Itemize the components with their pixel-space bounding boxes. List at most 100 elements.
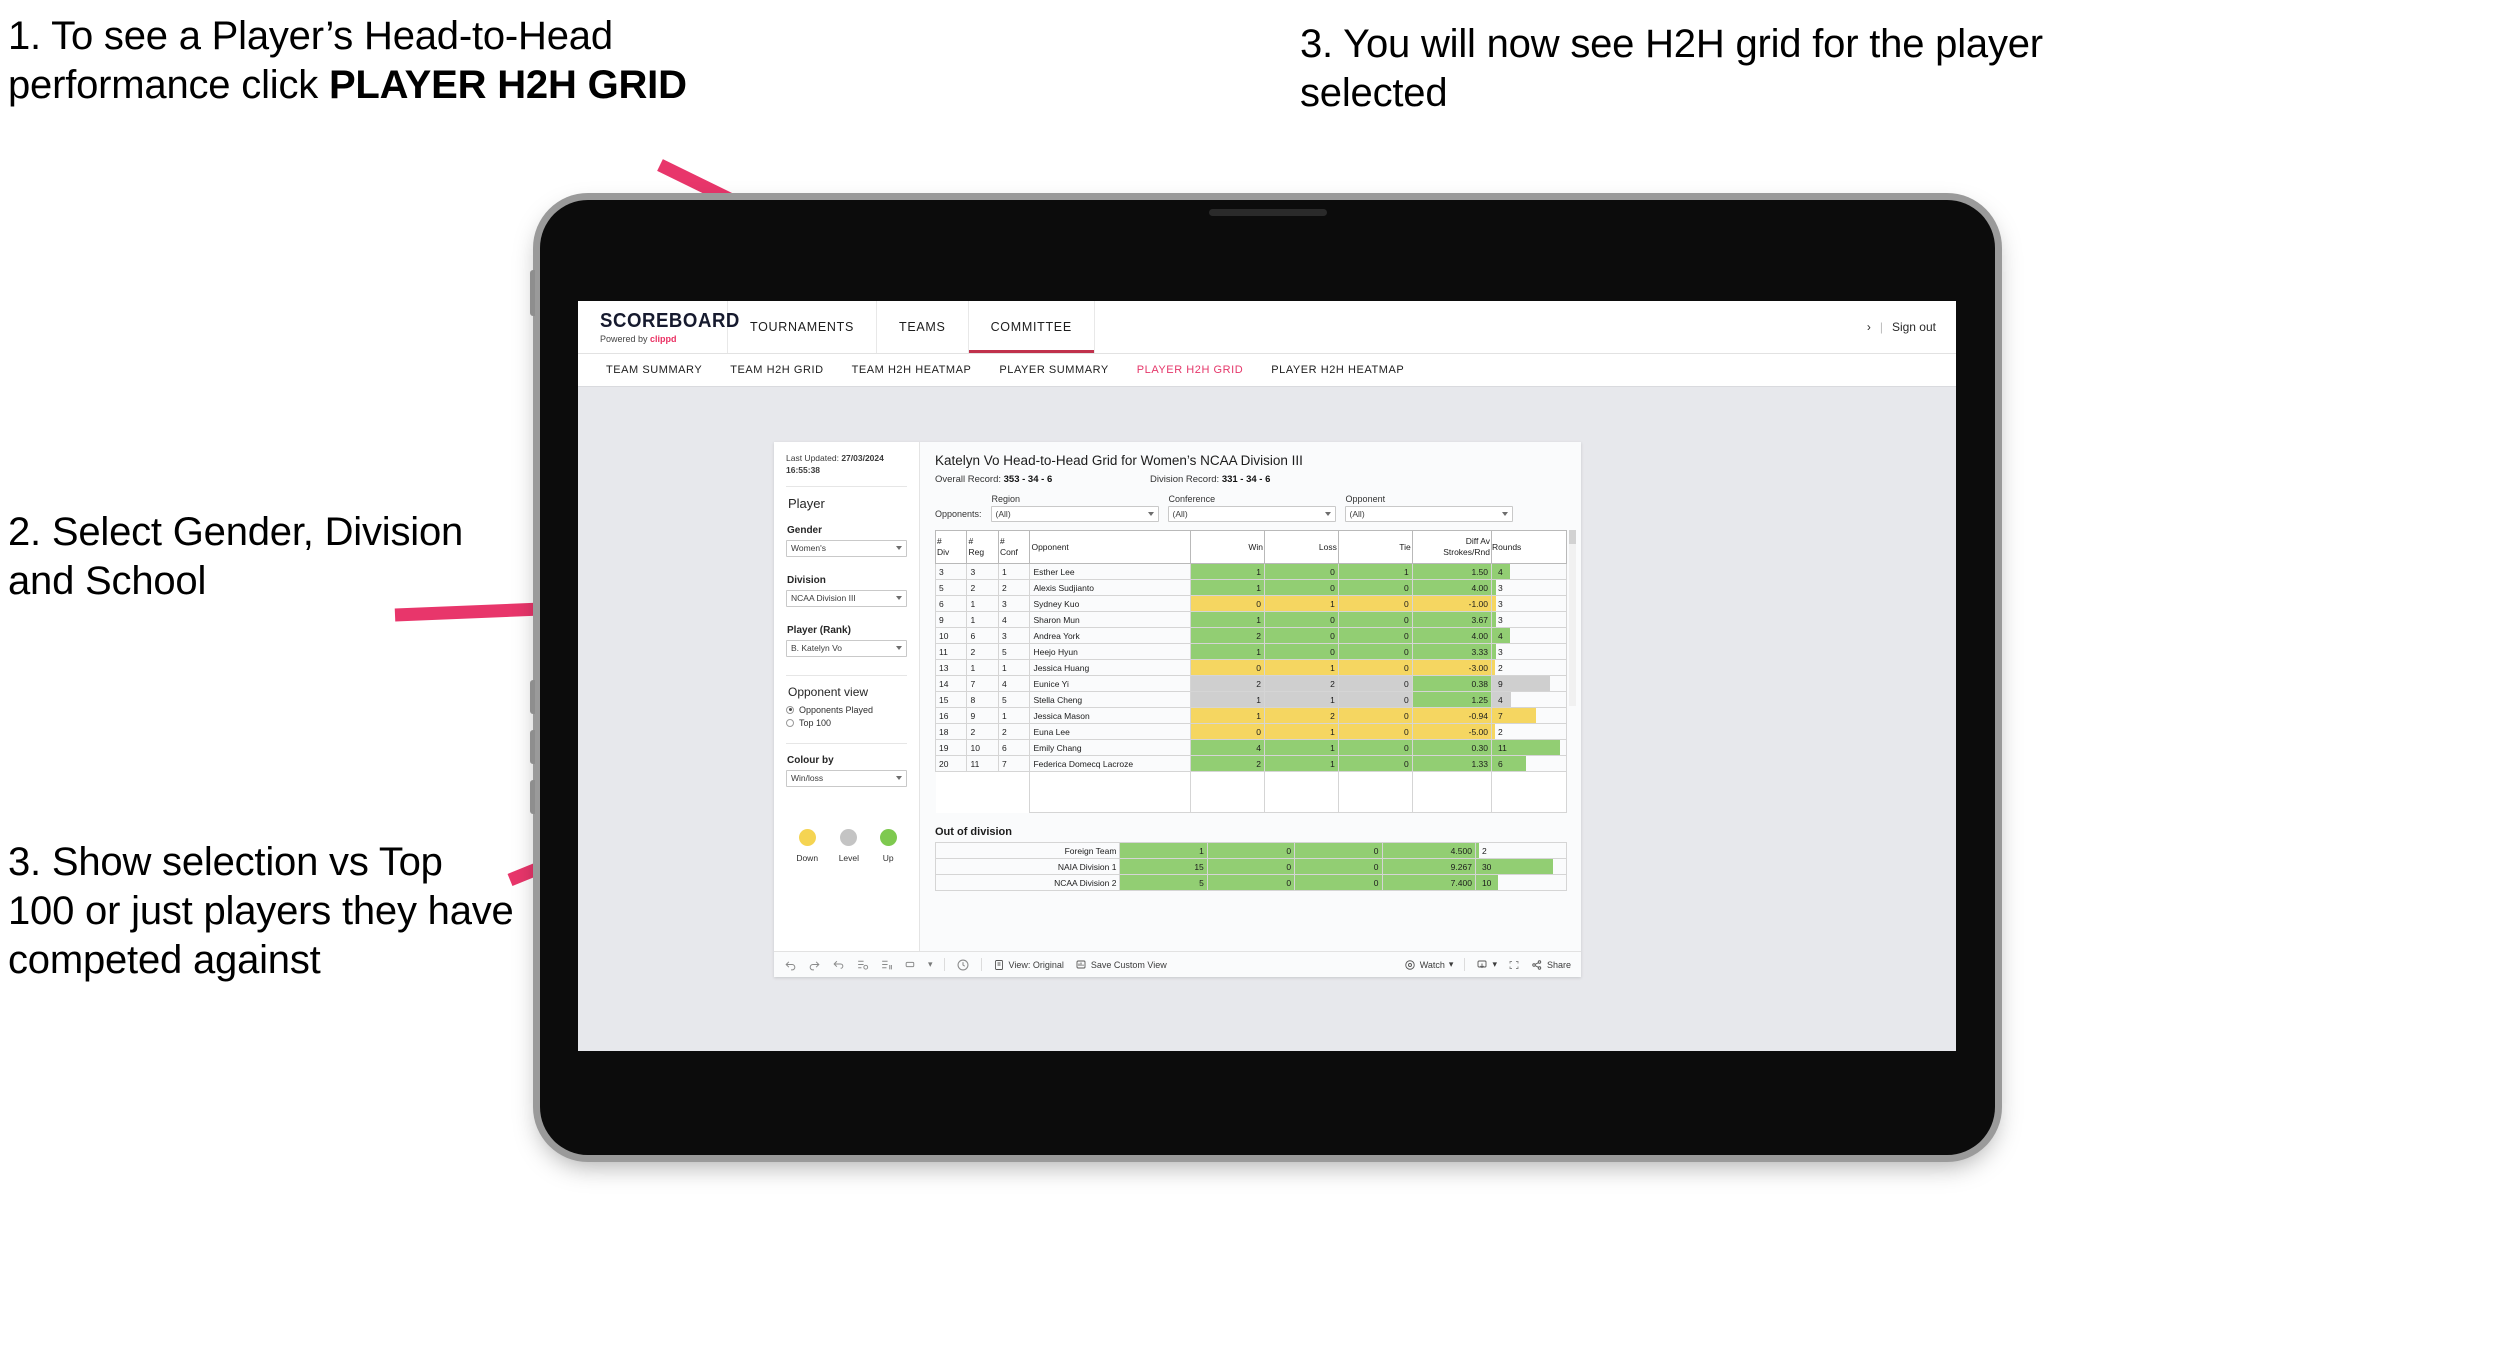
- share-button[interactable]: Share: [1531, 959, 1571, 971]
- column-header[interactable]: Loss: [1264, 530, 1339, 564]
- column-header[interactable]: Rounds: [1491, 530, 1567, 564]
- tab-team-h2h-heatmap[interactable]: TEAM H2H HEATMAP: [838, 364, 986, 376]
- shape-icon[interactable]: [904, 958, 917, 971]
- table-cell: 5: [934, 579, 968, 596]
- tab-player-h2h-heatmap[interactable]: PLAYER H2H HEATMAP: [1257, 364, 1418, 376]
- grid-vertical-scrollbar[interactable]: [1569, 530, 1576, 706]
- refresh-data-icon[interactable]: [856, 958, 869, 971]
- workbook-panel: Last Updated: 27/03/2024 16:55:38 Player…: [774, 442, 1581, 977]
- table-cell: 1: [1190, 579, 1266, 596]
- table-cell: 1: [966, 659, 999, 676]
- column-header[interactable]: # Div: [934, 530, 968, 564]
- column-header[interactable]: Diff Av Strokes/Rnd: [1411, 530, 1493, 564]
- table-row[interactable]: 20 11 7 Federica Domecq Lacroze 2 1 0 1.33 6: [934, 755, 1567, 772]
- table-cell: 0: [1337, 579, 1413, 596]
- table-cell: 1.25: [1411, 691, 1493, 708]
- rounds-bar-cell: 10: [1474, 874, 1568, 891]
- player-rank-label: Player (Rank): [787, 624, 851, 636]
- pause-auto-update-icon[interactable]: [880, 958, 893, 971]
- table-row[interactable]: 5 2 2 Alexis Sudjianto 1 0 0 4.00 3: [934, 579, 1567, 596]
- gender-select[interactable]: Women's: [786, 539, 907, 557]
- last-updated-time: 16:55:38: [786, 465, 821, 476]
- table-row[interactable]: 16 9 1 Jessica Mason 1 2 0 -0.94 7: [934, 707, 1567, 724]
- table-header-row: # Div # Reg # Conf Opponent Win Loss Tie Diff Av St…: [934, 530, 1567, 564]
- tab-player-h2h-grid[interactable]: PLAYER H2H GRID: [1123, 364, 1257, 376]
- table-cell: 4.00: [1411, 579, 1493, 596]
- record-summary: Overall Record: 353 - 34 - 6 Division Re…: [935, 474, 1567, 485]
- tab-team-h2h-grid[interactable]: TEAM H2H GRID: [716, 364, 837, 376]
- tab-team-summary[interactable]: TEAM SUMMARY: [592, 364, 716, 376]
- rounds-bar-cell: 11: [1491, 739, 1567, 756]
- overall-record-value: 353 - 34 - 6: [1003, 474, 1053, 485]
- legend-label-down: Down: [796, 852, 819, 863]
- table-row[interactable]: 9 1 4 Sharon Mun 1 0 0 3.67 3: [934, 611, 1567, 628]
- table-row[interactable]: 3 3 1 Esther Lee 1 0 1 1.50 4: [934, 563, 1567, 580]
- view-original-label: View: Original: [1008, 959, 1064, 970]
- table-row[interactable]: NCAA Division 2 5 0 0 7.400 10: [934, 874, 1568, 891]
- player-rank-select[interactable]: B. Katelyn Vo: [786, 639, 907, 657]
- table-row[interactable]: NAIA Division 1 15 0 0 9.267 30: [934, 858, 1568, 875]
- filter-region-select[interactable]: (All): [990, 506, 1159, 522]
- table-cell: [935, 771, 967, 813]
- tab-player-summary[interactable]: PLAYER SUMMARY: [985, 364, 1122, 376]
- table-row[interactable]: 6 1 3 Sydney Kuo 0 1 0 -1.00 3: [934, 595, 1567, 612]
- colour-by-select[interactable]: Win/loss: [786, 769, 907, 787]
- last-updated-value: 27/03/2024: [841, 453, 884, 463]
- division-select[interactable]: NCAA Division III: [786, 589, 907, 607]
- tablet-camera: [1208, 209, 1327, 216]
- table-row[interactable]: 11 2 5 Heejo Hyun 1 0 0 3.33 3: [934, 643, 1567, 660]
- download-button[interactable]: ▾: [1476, 959, 1497, 971]
- table-row[interactable]: 13 1 1 Jessica Huang 0 1 0 -3.00 2: [934, 659, 1567, 676]
- table-cell: 4.500: [1381, 842, 1476, 859]
- history-icon[interactable]: [956, 958, 970, 972]
- table-cell: 0: [1337, 611, 1413, 628]
- table-row[interactable]: 18 2 2 Euna Lee 0 1 0 -5.00 2: [934, 723, 1567, 740]
- callout-step-1-strong: PLAYER H2H GRID: [328, 62, 687, 107]
- radio-selected-icon: [786, 705, 794, 714]
- nav-committee[interactable]: COMMITTEE: [969, 301, 1095, 353]
- save-custom-view-button[interactable]: Save Custom View: [1075, 959, 1167, 971]
- column-header[interactable]: Tie: [1337, 530, 1413, 564]
- undo-icon[interactable]: [784, 958, 797, 971]
- table-row[interactable]: 15 8 5 Stella Cheng 1 1 0 1.25 4: [934, 691, 1567, 708]
- table-cell: 1: [1190, 611, 1266, 628]
- table-row[interactable]: 19 10 6 Emily Chang 4 1 0 0.30 11: [934, 739, 1567, 756]
- table-cell: Euna Lee: [1029, 723, 1192, 740]
- radio-opponents-played[interactable]: Opponents Played: [786, 705, 907, 715]
- column-header[interactable]: # Conf: [997, 530, 1031, 564]
- view-original-button[interactable]: View: Original: [993, 959, 1064, 971]
- divider: [786, 674, 907, 676]
- radio-top-100[interactable]: Top 100: [786, 718, 907, 728]
- table-cell: 0: [1206, 874, 1296, 891]
- table-row[interactable]: 14 7 4 Eunice Yi 2 2 0 0.38 9: [934, 675, 1567, 692]
- rounds-value: 9: [1498, 678, 1503, 689]
- redo-icon[interactable]: [808, 958, 821, 971]
- colour-by-label: Colour by: [787, 754, 834, 766]
- fullscreen-icon[interactable]: [1508, 959, 1520, 971]
- rounds-bar-cell: 4: [1491, 627, 1567, 644]
- revert-icon[interactable]: [832, 958, 845, 971]
- nav-tournaments[interactable]: TOURNAMENTS: [728, 301, 878, 353]
- out-of-division-table: Foreign Team 1 0 0 4.500 2 NAIA Division 1 15 0 0…: [934, 842, 1568, 891]
- table-cell: 2: [997, 579, 1031, 596]
- watch-button[interactable]: Watch ▾: [1404, 959, 1453, 971]
- column-header[interactable]: # Reg: [966, 530, 999, 564]
- table-cell: Foreign Team: [934, 842, 1121, 859]
- table-cell: 15: [934, 691, 968, 708]
- gender-value: Women's: [791, 542, 827, 553]
- table-row[interactable]: Foreign Team 1 0 0 4.500 2: [934, 842, 1568, 859]
- controls-sidebar: Last Updated: 27/03/2024 16:55:38 Player…: [774, 442, 920, 977]
- chevron-down-icon[interactable]: ▾: [928, 959, 933, 970]
- filter-opponent-select[interactable]: (All): [1344, 506, 1513, 522]
- column-header[interactable]: Win: [1190, 530, 1266, 564]
- column-header[interactable]: Opponent: [1029, 530, 1192, 564]
- filter-conference-select[interactable]: (All): [1167, 506, 1336, 522]
- nav-teams[interactable]: TEAMS: [877, 301, 969, 353]
- scrollbar-thumb[interactable]: [1569, 530, 1576, 544]
- chevron-right-icon[interactable]: ›: [1867, 320, 1871, 334]
- sign-out-link[interactable]: Sign out: [1892, 320, 1936, 334]
- rounds-bar-cell: 4: [1491, 691, 1567, 708]
- divider: [786, 742, 907, 744]
- tablet-volume-down-button: [530, 730, 535, 764]
- table-row[interactable]: 10 6 3 Andrea York 2 0 0 4.00 4: [934, 627, 1567, 644]
